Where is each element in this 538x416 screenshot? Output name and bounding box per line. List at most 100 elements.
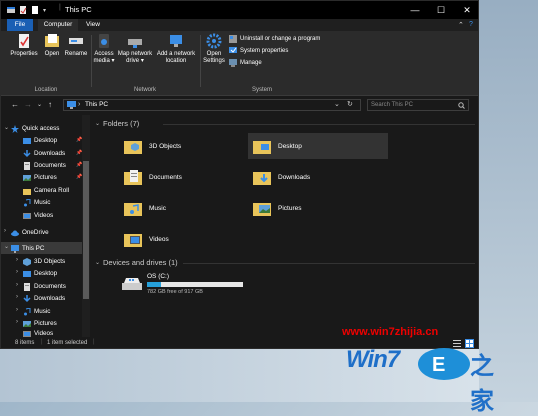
address-bar[interactable]: › This PC ⌄ ↻: [63, 99, 361, 111]
devices-header[interactable]: Devices and drives (1): [103, 258, 178, 267]
folder-documents[interactable]: Documents: [119, 164, 259, 190]
search-icon: [458, 102, 465, 109]
minimize-button[interactable]: —: [402, 1, 428, 19]
nav-label: Videos: [34, 330, 54, 337]
nav-label: Desktop: [34, 137, 58, 144]
system-properties-icon: [229, 47, 237, 53]
folder-desktop-icon: [253, 141, 271, 154]
folder-videos[interactable]: Videos: [119, 226, 259, 252]
nav-label: Videos: [34, 212, 54, 219]
tab-computer[interactable]: Computer: [38, 19, 78, 31]
group-label-location: Location: [34, 87, 58, 93]
folder-name: Downloads: [278, 173, 311, 181]
ribbon-tabs: File Computer View ⌃ ?: [1, 19, 478, 31]
folder-name: Documents: [149, 173, 182, 181]
path-separator: ›: [78, 101, 81, 108]
chevron-right-icon[interactable]: ›: [16, 307, 18, 313]
refresh-icon[interactable]: ↻: [347, 100, 353, 110]
manage-button[interactable]: Manage: [229, 59, 262, 67]
rename-button[interactable]: Rename: [63, 33, 89, 58]
chevron-down-icon[interactable]: ⌄: [95, 120, 100, 127]
nav-pictures[interactable]: Pictures: [23, 172, 57, 183]
maximize-button[interactable]: ☐: [428, 1, 454, 19]
status-separator: |: [41, 339, 43, 345]
properties-qa-icon[interactable]: [19, 6, 27, 14]
nav-documents[interactable]: Documents: [23, 160, 66, 171]
access-media-button[interactable]: Access media ▾: [92, 33, 116, 65]
add-network-location-button[interactable]: Add a network location: [154, 33, 198, 65]
watermark-logo: E Win7 之家: [340, 340, 516, 415]
ribbon: Properties Open Rename Access media ▾ Ma…: [1, 31, 478, 96]
svg-text:E: E: [432, 354, 445, 376]
chevron-right-icon[interactable]: ›: [16, 257, 18, 263]
back-button[interactable]: ←: [11, 100, 19, 109]
chevron-down-icon[interactable]: ⌄: [4, 243, 9, 250]
nav-this-pc[interactable]: This PC: [11, 243, 44, 254]
navigation-pane: Quick access Desktop 📌 Downloads 📌 Docum…: [1, 115, 89, 337]
open-settings-button[interactable]: Open Settings: [201, 33, 227, 65]
address-path[interactable]: This PC: [85, 100, 108, 110]
pictures-icon: [23, 174, 31, 181]
nav-music-pc[interactable]: Music: [23, 306, 50, 317]
nav-music[interactable]: Music: [23, 197, 50, 208]
open-button[interactable]: Open: [41, 33, 63, 58]
chevron-down-icon[interactable]: ⌄: [4, 124, 9, 131]
help-icon[interactable]: ?: [469, 21, 473, 28]
tab-file[interactable]: File: [7, 19, 33, 31]
nav-label: Downloads: [34, 295, 66, 302]
up-button[interactable]: ↑: [48, 100, 52, 109]
desktop-icon: [23, 270, 31, 277]
folder-downloads[interactable]: Downloads: [248, 164, 388, 190]
properties-button[interactable]: Properties: [7, 33, 41, 58]
folder-pictures-icon: [253, 203, 271, 216]
expand-ribbon-icon[interactable]: ⌃: [458, 21, 464, 29]
nav-documents-pc[interactable]: Documents: [23, 281, 66, 292]
nav-desktop[interactable]: Desktop: [23, 135, 57, 146]
chevron-right-icon[interactable]: ›: [16, 269, 18, 275]
tab-view[interactable]: View: [81, 19, 105, 31]
nav-camera-roll[interactable]: Camera Roll: [23, 185, 69, 196]
nav-downloads-pc[interactable]: Downloads: [23, 293, 65, 304]
group-label-network: Network: [133, 87, 156, 93]
nav-videos-pc[interactable]: Videos: [23, 330, 53, 337]
nav-scrollbar-thumb[interactable]: [83, 161, 89, 299]
nav-label: Documents: [34, 283, 66, 290]
new-folder-qa-icon[interactable]: [31, 6, 39, 14]
recent-locations-icon[interactable]: ⌄: [37, 101, 42, 108]
folders-header[interactable]: Folders (7): [103, 119, 139, 128]
rename-icon: [69, 38, 83, 44]
folder-name: Music: [149, 204, 166, 212]
status-selection: 1 item selected: [47, 340, 88, 346]
cloud-icon: [11, 230, 19, 236]
access-media-icon: [99, 34, 109, 48]
nav-videos[interactable]: Videos: [23, 210, 53, 221]
add-network-location-icon: [170, 35, 182, 47]
nav-downloads[interactable]: Downloads: [23, 148, 65, 159]
nav-pictures-pc[interactable]: Pictures: [23, 318, 57, 329]
folder-pictures[interactable]: Pictures: [248, 195, 388, 221]
nav-3d-objects[interactable]: 3D Objects: [23, 256, 65, 267]
nav-quick-access[interactable]: Quick access: [11, 123, 59, 134]
uninstall-program-button[interactable]: Uninstall or change a program: [229, 35, 320, 43]
nav-desktop-pc[interactable]: Desktop: [23, 268, 57, 279]
chevron-right-icon[interactable]: ›: [16, 282, 18, 288]
folder-music[interactable]: Music: [119, 195, 259, 221]
drive-name: OS (C:): [147, 273, 170, 280]
system-properties-button[interactable]: System properties: [229, 47, 288, 55]
gear-icon: [206, 33, 222, 49]
map-network-drive-button[interactable]: Map network drive ▾: [115, 33, 155, 65]
drive-os-c[interactable]: OS (C:) 782 GB free of 917 GB: [119, 271, 249, 297]
chevron-right-icon[interactable]: ›: [4, 228, 6, 234]
qa-dropdown-icon[interactable]: ▾: [43, 7, 46, 14]
address-dropdown-icon[interactable]: ⌄: [334, 100, 340, 109]
chevron-down-icon[interactable]: ⌄: [95, 259, 100, 266]
forward-button[interactable]: →: [24, 100, 32, 109]
close-button[interactable]: ✕: [454, 1, 478, 19]
folder-3d-objects[interactable]: 3D Objects: [119, 133, 259, 159]
cube-icon: [23, 257, 31, 266]
nav-onedrive[interactable]: OneDrive: [11, 227, 49, 238]
chevron-right-icon[interactable]: ›: [16, 294, 18, 300]
folder-desktop[interactable]: Desktop: [248, 133, 388, 159]
search-input[interactable]: Search This PC: [367, 99, 469, 111]
chevron-right-icon[interactable]: ›: [16, 319, 18, 325]
